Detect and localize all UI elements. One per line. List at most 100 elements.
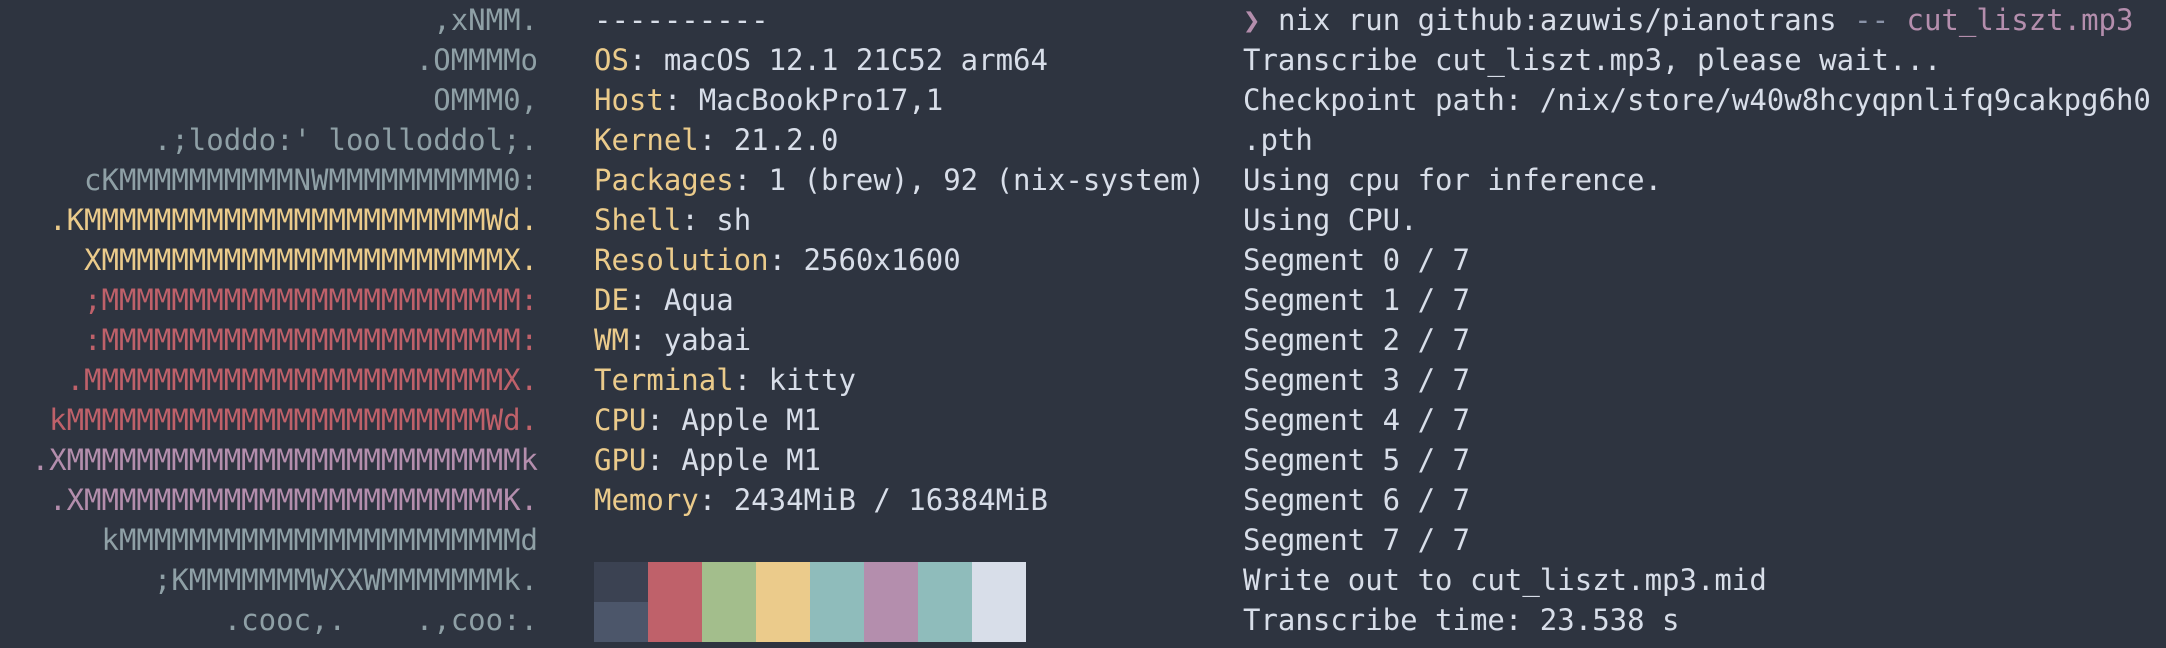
swatch-normal: [864, 562, 918, 602]
info-row: Packages: 1 (brew), 92 (nix-system): [594, 160, 1234, 200]
info-value: 1 (brew), 92 (nix-system): [768, 163, 1206, 197]
output-line: Checkpoint path: /nix/store/w40w8hcyqpnl…: [1243, 83, 2151, 117]
info-row: CPU: Apple M1: [594, 400, 1234, 440]
info-key: Resolution: [594, 243, 769, 277]
output-line: Segment 6 / 7: [1243, 483, 1470, 517]
palette-swatch: [810, 562, 864, 642]
prompt-icon: ❯: [1243, 3, 1261, 37]
system-info: ---------- OS: macOS 12.1 21C52 arm64 Hos…: [594, 0, 1234, 520]
info-row: Host: MacBookPro17,1: [594, 80, 1234, 120]
output-line: Using CPU.: [1243, 203, 1418, 237]
swatch-normal: [918, 562, 972, 602]
info-value: yabai: [663, 323, 752, 357]
logo-line: .MMMMMMMMMMMMMMMMMMMMMMMMX.: [66, 363, 538, 397]
info-key: WM: [594, 323, 629, 357]
info-value: Aqua: [663, 283, 734, 317]
swatch-bright: [810, 602, 864, 642]
info-colon: :: [628, 43, 664, 77]
output-line: Segment 1 / 7: [1243, 283, 1470, 317]
info-colon: :: [681, 203, 717, 237]
info-key: DE: [594, 283, 629, 317]
logo-line: :MMMMMMMMMMMMMMMMMMMMMMMM:: [84, 323, 538, 357]
info-row: OS: macOS 12.1 21C52 arm64: [594, 40, 1234, 80]
output-line: Segment 7 / 7: [1243, 523, 1470, 557]
output-line: Segment 3 / 7: [1243, 363, 1470, 397]
info-key: Terminal: [594, 363, 734, 397]
command-flag: --: [1854, 3, 1890, 37]
info-colon: :: [698, 483, 734, 517]
info-value: Apple M1: [681, 443, 821, 477]
logo-line: ;KMMMMMMMWXXWMMMMMMMk.: [153, 563, 538, 597]
palette-swatch: [648, 562, 702, 642]
palette-swatch: [594, 562, 648, 642]
output-line: Using cpu for inference.: [1243, 163, 1663, 197]
info-colon: :: [698, 123, 734, 157]
logo-line: .XMMMMMMMMMMMMMMMMMMMMMMMMMMk: [31, 443, 538, 477]
info-key: Memory: [594, 483, 699, 517]
logo-line: cKMMMMMMMMMMNWMMMMMMMMMM0:: [84, 163, 538, 197]
info-row: Resolution: 2560x1600: [594, 240, 1234, 280]
terminal-output[interactable]: ❯ nix run github:azuwis/pianotrans -- cu…: [1243, 0, 2166, 640]
info-key: Shell: [594, 203, 682, 237]
swatch-bright: [702, 602, 756, 642]
logo-line: kMMMMMMMMMMMMMMMMMMMMMMMMWd.: [49, 403, 538, 437]
logo-line: ;MMMMMMMMMMMMMMMMMMMMMMMM:: [84, 283, 538, 317]
info-colon: :: [733, 363, 769, 397]
info-key: Kernel: [594, 123, 699, 157]
info-value: macOS 12.1 21C52 arm64: [663, 43, 1048, 77]
swatch-bright: [594, 602, 648, 642]
info-value: 2560x1600: [803, 243, 961, 277]
info-value: 21.2.0: [733, 123, 839, 157]
logo-line: .KMMMMMMMMMMMMMMMMMMMMMMMWd.: [49, 203, 538, 237]
output-line: Transcribe cut_liszt.mp3, please wait...: [1243, 43, 1942, 77]
palette-swatch: [972, 562, 1026, 642]
logo-line: OMMM0,: [433, 83, 538, 117]
info-row: GPU: Apple M1: [594, 440, 1234, 480]
info-key: CPU: [594, 403, 647, 437]
swatch-normal: [648, 562, 702, 602]
info-value: sh: [716, 203, 752, 237]
output-line: Write out to cut_liszt.mp3.mid: [1243, 563, 1767, 597]
output-line: Segment 5 / 7: [1243, 443, 1470, 477]
output-line: Segment 2 / 7: [1243, 323, 1470, 357]
info-key: Packages: [594, 163, 734, 197]
info-row: DE: Aqua: [594, 280, 1234, 320]
palette-swatch: [702, 562, 756, 642]
logo-line: .cooc,. .,coo:.: [223, 603, 538, 637]
swatch-bright: [648, 602, 702, 642]
output-line: Segment 0 / 7: [1243, 243, 1470, 277]
logo-line: .XMMMMMMMMMMMMMMMMMMMMMMMMK.: [49, 483, 538, 517]
ascii-logo: ,xNMM. .OMMMMo OMMM0, .;loddo:' loolloddol;…: [0, 0, 560, 640]
command-line: ❯ nix run github:azuwis/pianotrans -- cu…: [1243, 0, 2166, 40]
info-key: OS: [594, 43, 629, 77]
info-key: GPU: [594, 443, 647, 477]
swatch-bright: [972, 602, 1026, 642]
info-colon: :: [733, 163, 769, 197]
info-value: Apple M1: [681, 403, 821, 437]
command-program: nix run github:azuwis/pianotrans: [1277, 3, 1855, 37]
palette-swatch: [864, 562, 918, 642]
swatch-normal: [756, 562, 810, 602]
swatch-bright: [918, 602, 972, 642]
info-colon: :: [663, 83, 699, 117]
info-colon: :: [646, 403, 682, 437]
output-line: .pth: [1243, 123, 1313, 157]
logo-line: kMMMMMMMMMMMMMMMMMMMMMMMd: [101, 523, 539, 557]
info-row: Shell: sh: [594, 200, 1234, 240]
logo-line: .OMMMMo: [415, 43, 538, 77]
palette-swatch: [756, 562, 810, 642]
swatch-bright: [864, 602, 918, 642]
command-arg: cut_liszt.mp3: [1889, 3, 2134, 37]
logo-line: XMMMMMMMMMMMMMMMMMMMMMMMX.: [84, 243, 538, 277]
info-colon: :: [628, 323, 664, 357]
swatch-normal: [810, 562, 864, 602]
info-row: Kernel: 21.2.0: [594, 120, 1234, 160]
info-colon: :: [628, 283, 664, 317]
output-line: Segment 4 / 7: [1243, 403, 1470, 437]
output-line: Transcribe time: 23.538 s: [1243, 603, 1680, 637]
swatch-normal: [702, 562, 756, 602]
info-value: MacBookPro17,1: [698, 83, 944, 117]
swatch-bright: [756, 602, 810, 642]
info-row: WM: yabai: [594, 320, 1234, 360]
palette-swatch: [918, 562, 972, 642]
